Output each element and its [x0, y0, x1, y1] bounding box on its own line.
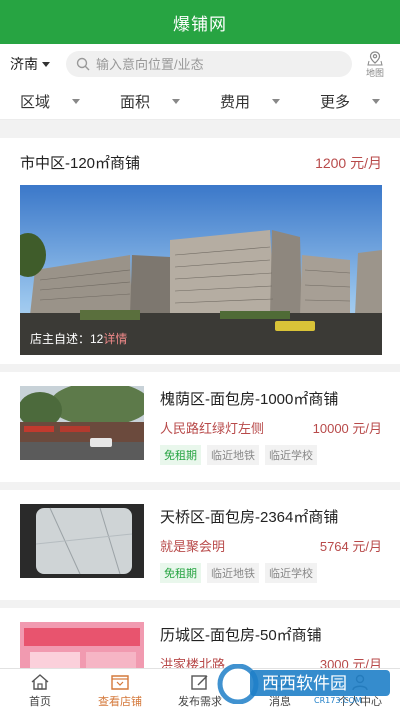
tag-near-subway: 临近地铁	[207, 445, 259, 465]
filter-label: 更多	[319, 94, 350, 111]
tab-view-shops[interactable]: 查看店铺	[80, 669, 160, 712]
owner-description-text: 店主自述：12	[30, 332, 104, 346]
city-selector[interactable]: 济南	[10, 54, 62, 74]
filter-cost[interactable]: 费用	[200, 91, 300, 112]
storefront-photo	[20, 386, 144, 460]
featured-listing-card[interactable]: 市中区-120㎡商铺 1200 元/月 店主自述：12详情	[0, 138, 400, 364]
app-title: 爆铺网	[173, 14, 227, 34]
listing-title: 槐荫区-面包房-1000㎡商铺	[160, 391, 339, 408]
tag-group: 免租期 临近地铁 临近学校	[160, 563, 382, 583]
listing-price: 10000 元/月	[312, 421, 382, 436]
tag-near-school: 临近学校	[265, 445, 317, 465]
listing-info: 历城区-面包房-50㎡商铺 洪家楼北路 3000 元/月	[160, 622, 382, 668]
chevron-down-icon	[72, 99, 80, 104]
listing-thumbnail	[20, 386, 144, 460]
owner-description: 店主自述：12详情	[30, 330, 127, 347]
details-link[interactable]: 详情	[103, 332, 127, 346]
listing-meta: 就是聚会明 5764 元/月	[160, 536, 382, 555]
watermark-text: 西西软件园	[262, 674, 347, 694]
filter-bar: 区域 面积 费用 更多	[0, 84, 400, 120]
filter-label: 面积	[119, 94, 150, 111]
listing-price: 1200 元/月	[315, 154, 382, 171]
tab-label: 查看店铺	[98, 695, 142, 708]
filter-area[interactable]: 区域	[0, 91, 100, 112]
listing-title: 天桥区-面包房-2364㎡商铺	[160, 509, 339, 526]
home-icon	[31, 673, 49, 690]
listing-thumbnail	[20, 622, 144, 668]
listing-info: 槐荫区-面包房-1000㎡商铺 人民路红绿灯左侧 10000 元/月 免租期 临…	[160, 386, 382, 468]
tag-near-subway: 临近地铁	[207, 563, 259, 583]
listing-thumbnail	[20, 504, 144, 578]
shop-sign-photo	[20, 622, 144, 668]
watermark-logo: 西西软件园 CR173.COM	[217, 664, 390, 704]
listing-title: 历城区-面包房-50㎡商铺	[160, 627, 322, 644]
tab-label: 首页	[29, 695, 51, 708]
filter-size[interactable]: 面积	[100, 91, 200, 112]
map-button[interactable]: 地图	[360, 50, 390, 79]
listing-list: 市中区-120㎡商铺 1200 元/月 店主自述：12详情 槐荫区-面包房-10…	[0, 130, 400, 668]
filter-more[interactable]: 更多	[300, 91, 400, 112]
map-label: 地图	[365, 67, 384, 78]
listing-info: 天桥区-面包房-2364㎡商铺 就是聚会明 5764 元/月 免租期 临近地铁 …	[160, 504, 382, 586]
listing-meta: 人民路红绿灯左侧 10000 元/月	[160, 418, 382, 437]
listing-address: 就是聚会明	[160, 539, 226, 554]
chevron-down-icon	[172, 99, 180, 104]
tag-group: 免租期 临近地铁 临近学校	[160, 445, 382, 465]
app-title-bar: 爆铺网	[0, 0, 400, 44]
search-box[interactable]	[66, 51, 352, 77]
listing-address: 人民路红绿灯左侧	[160, 421, 265, 436]
chevron-down-icon	[372, 99, 380, 104]
listing-price: 5764 元/月	[319, 539, 382, 554]
search-input[interactable]	[96, 56, 342, 72]
search-icon	[76, 57, 90, 71]
filter-label: 区域	[19, 94, 50, 111]
chevron-down-icon	[272, 99, 280, 104]
watermark-subtext: CR173.COM	[314, 696, 362, 704]
chevron-down-icon	[42, 61, 50, 67]
city-label: 济南	[10, 56, 38, 72]
listing-card[interactable]: 天桥区-面包房-2364㎡商铺 就是聚会明 5764 元/月 免租期 临近地铁 …	[0, 490, 400, 600]
listing-photo: 店主自述：12详情	[20, 185, 382, 355]
listing-card[interactable]: 历城区-面包房-50㎡商铺 洪家楼北路 3000 元/月	[0, 608, 400, 668]
search-bar: 济南 地图	[0, 44, 400, 84]
map-pin-icon	[367, 50, 383, 65]
tag-near-school: 临近学校	[265, 563, 317, 583]
tag-rent-free: 免租期	[160, 563, 201, 583]
listing-card[interactable]: 槐荫区-面包房-1000㎡商铺 人民路红绿灯左侧 10000 元/月 免租期 临…	[0, 372, 400, 482]
listing-title: 市中区-120㎡商铺	[20, 155, 141, 172]
tag-rent-free: 免租期	[160, 445, 201, 465]
featured-header: 市中区-120㎡商铺 1200 元/月	[20, 152, 382, 173]
filter-label: 费用	[219, 94, 250, 111]
edit-icon	[191, 674, 208, 690]
tab-home[interactable]: 首页	[0, 669, 80, 712]
interior-photo	[20, 504, 144, 578]
shop-icon	[111, 674, 129, 690]
